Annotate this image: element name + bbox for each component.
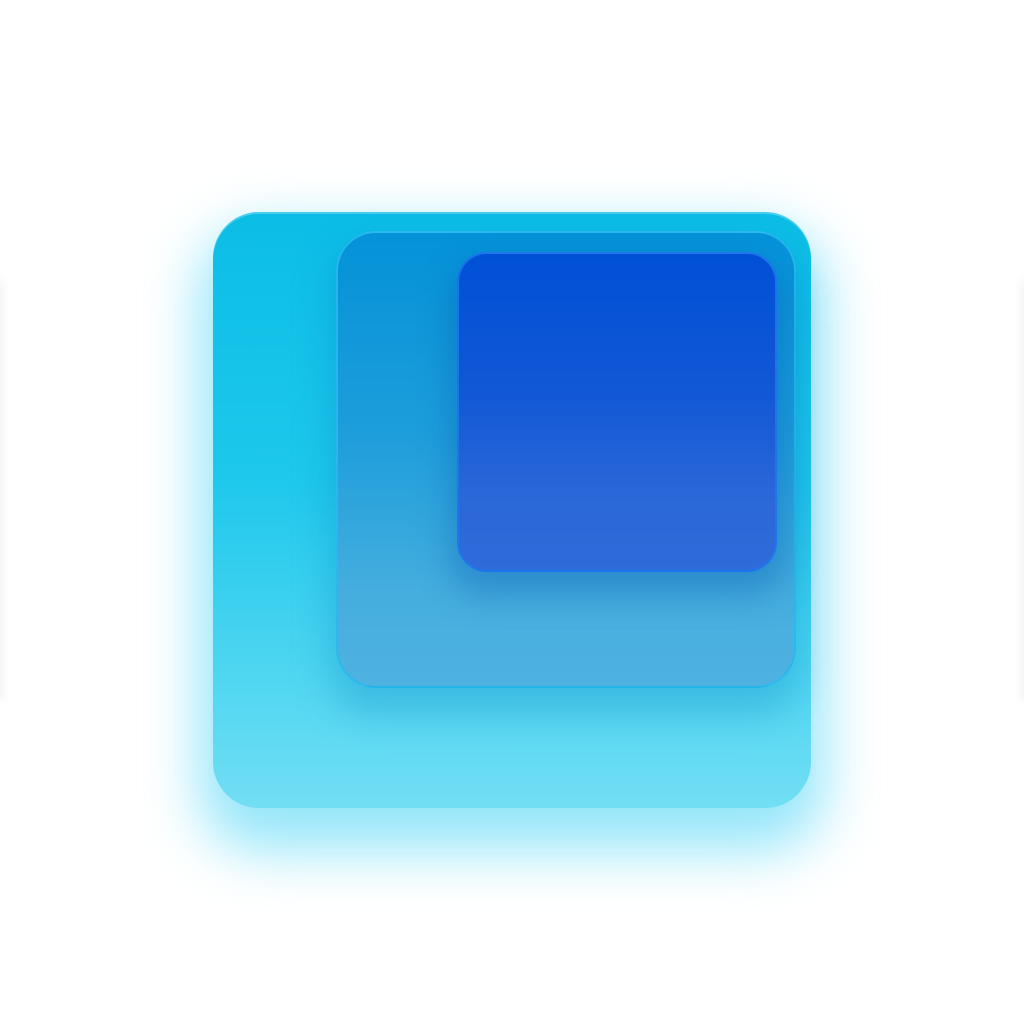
stacked-squares-icon — [0, 0, 1024, 1024]
app-icon-canvas — [0, 0, 1024, 1024]
front-square-layer — [457, 252, 777, 572]
